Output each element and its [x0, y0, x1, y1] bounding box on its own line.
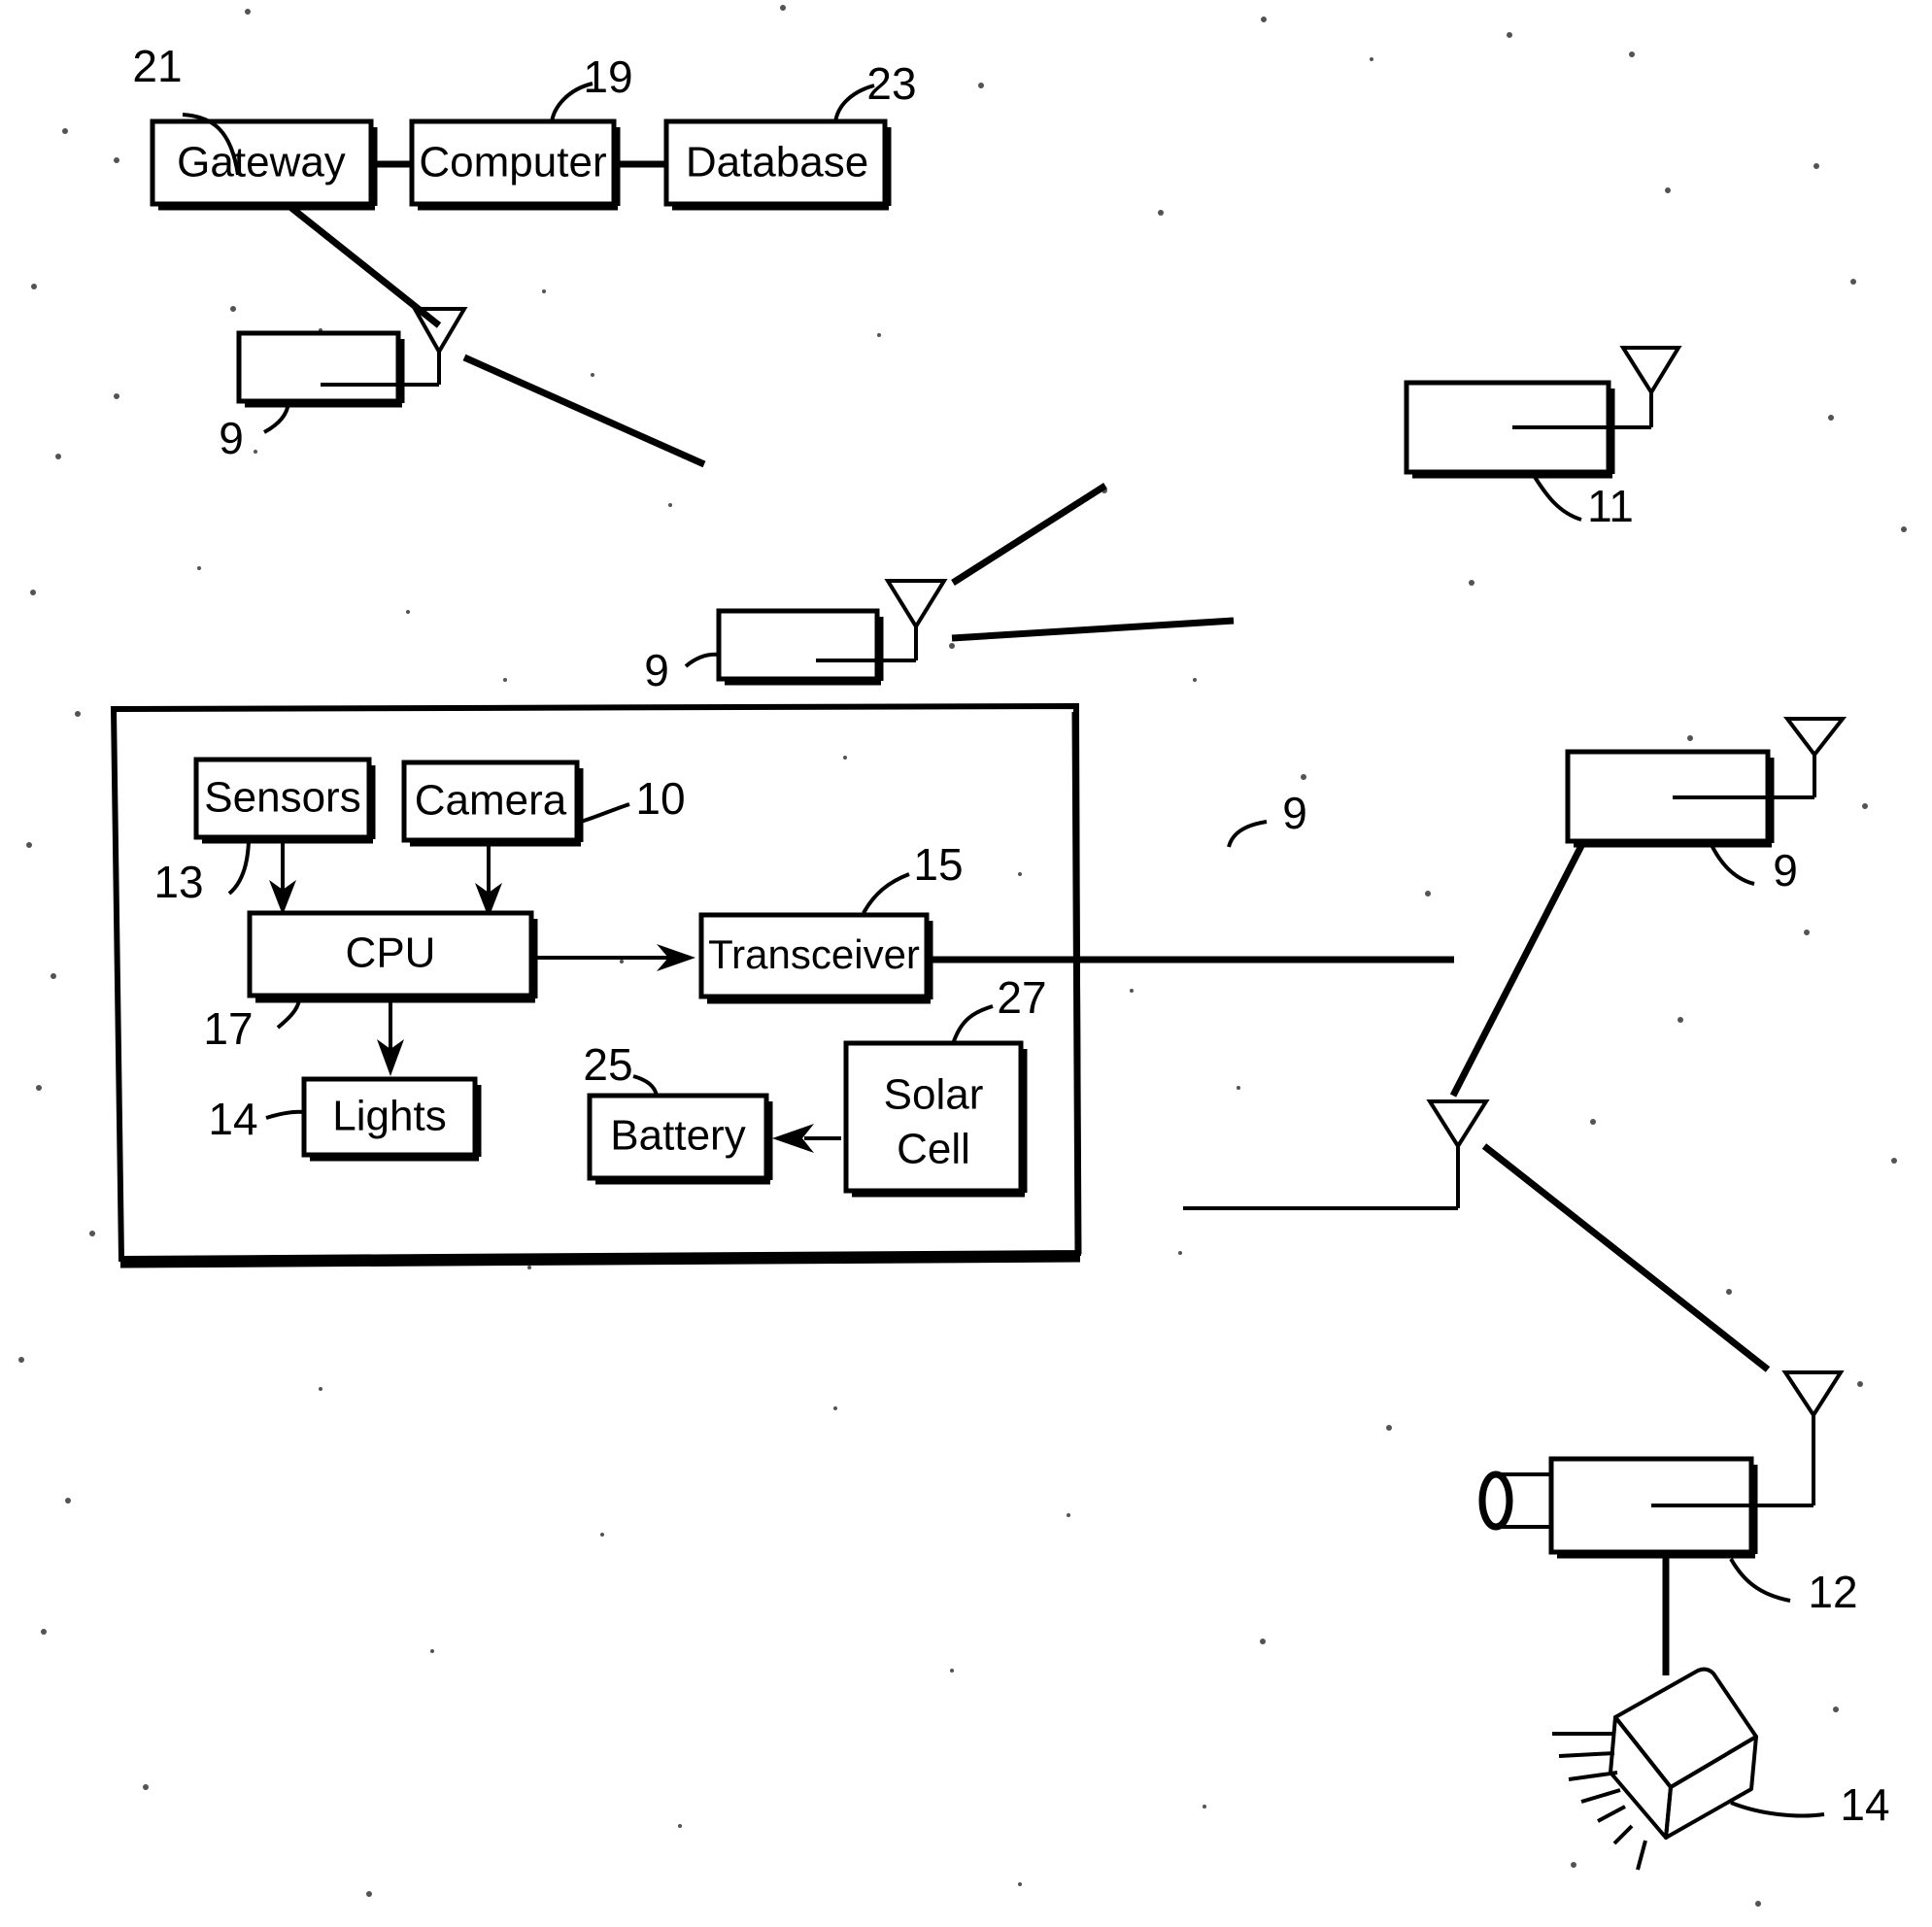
ref-num-13: 13 [153, 857, 203, 907]
ref-9-upper-left-leader: 9 [219, 401, 290, 463]
ref-num-9-upper-left: 9 [219, 413, 244, 463]
ref-25-leader: 25 [583, 1039, 659, 1097]
ref-num-9-center: 9 [644, 645, 669, 695]
ref-num-23: 23 [866, 58, 916, 109]
ref-num-10: 10 [635, 773, 685, 824]
antenna-icon [1768, 717, 1847, 799]
ref-num-11: 11 [1587, 481, 1634, 531]
ref-num-21: 21 [132, 41, 182, 91]
camera-label: Camera [415, 777, 567, 825]
solar-label-line1: Solar [884, 1071, 984, 1119]
battery-label: Battery [610, 1112, 745, 1160]
camera-lens-icon [1478, 1471, 1552, 1531]
arrow-sensors-to-cpu [269, 841, 296, 915]
ref-17-leader: 17 [203, 999, 301, 1054]
gateway-label: Gateway [177, 139, 346, 186]
light-fixture-icon [1552, 1667, 1758, 1871]
ref-23-leader: 23 [833, 58, 917, 123]
ref-19-leader: 19 [550, 51, 633, 123]
lights-block[interactable]: Lights [301, 1076, 482, 1162]
ref-14-lights-leader: 14 [208, 1094, 305, 1144]
link-center-to-upperright [951, 483, 1107, 586]
arrow-solarcell-to-battery [772, 1124, 841, 1153]
camera-node[interactable] [1478, 1370, 1845, 1559]
ref-12-leader: 12 [1729, 1558, 1858, 1617]
transceiver-label: Transceiver [708, 931, 920, 977]
computer-block[interactable]: Computer [409, 118, 621, 211]
relay-antenna [1183, 1099, 1490, 1210]
arrow-cpu-to-transceiver [535, 944, 695, 971]
ref-num-15: 15 [913, 839, 963, 890]
ref-10-leader: 10 [580, 773, 686, 824]
solar-label-line2: Cell [897, 1126, 970, 1173]
ref-27-leader: 27 [952, 972, 1047, 1042]
gateway-block[interactable]: Gateway [150, 118, 378, 211]
database-block[interactable]: Database [663, 118, 892, 211]
ref-11-leader: 11 [1533, 475, 1634, 531]
sensors-block[interactable]: Sensors [193, 757, 376, 844]
ref-num-14-lights: 14 [208, 1094, 257, 1144]
ref-num-19: 19 [583, 51, 632, 102]
ref-num-14-fixture: 14 [1840, 1779, 1889, 1830]
solar-cell-block[interactable]: Solar Cell [843, 1040, 1028, 1330]
arrow-camera-to-cpu [475, 844, 502, 918]
ref-num-9-right: 9 [1773, 845, 1798, 896]
link-rightnode-to-relay [1449, 840, 1587, 1098]
computer-label: Computer [419, 139, 606, 186]
ref-num-25: 25 [583, 1039, 632, 1090]
link-upperleft-to-center [462, 354, 706, 468]
node-right[interactable] [1565, 717, 1847, 848]
node-upper-right[interactable] [1404, 346, 1682, 479]
battery-block[interactable]: Battery [587, 1093, 773, 1185]
antenna-icon [1608, 346, 1682, 429]
cpu-block[interactable]: CPU [247, 910, 538, 1003]
cpu-label: CPU [346, 930, 436, 977]
database-label: Database [686, 139, 868, 186]
ref-9-enclosure-leader: 9 [1227, 788, 1307, 848]
ref-num-12: 12 [1808, 1567, 1857, 1617]
link-relay-to-cameranode [1481, 1143, 1771, 1372]
camera-block[interactable]: Camera [401, 760, 584, 847]
figure-canvas: Gateway 21 Computer 19 Database 23 9 9 1… [18, 5, 1907, 1907]
ref-num-27: 27 [997, 972, 1046, 1023]
ref-14-fixture-leader: 14 [1730, 1779, 1890, 1830]
node-center[interactable] [716, 579, 948, 686]
lights-label: Lights [332, 1093, 446, 1140]
ref-13-leader: 13 [153, 840, 251, 907]
ref-9-right-leader: 9 [1710, 844, 1798, 896]
ref-9-center-leader: 9 [644, 645, 720, 695]
node-upper-left[interactable] [236, 307, 468, 408]
ref-num-9-enclosure: 9 [1282, 788, 1307, 838]
light-rays-icon [1552, 1732, 1647, 1871]
patent-figure: Gateway 21 Computer 19 Database 23 9 9 1… [0, 0, 1932, 1927]
sensors-label: Sensors [204, 774, 360, 822]
arrow-cpu-to-lights [377, 1000, 404, 1076]
ref-num-17: 17 [203, 1003, 253, 1054]
